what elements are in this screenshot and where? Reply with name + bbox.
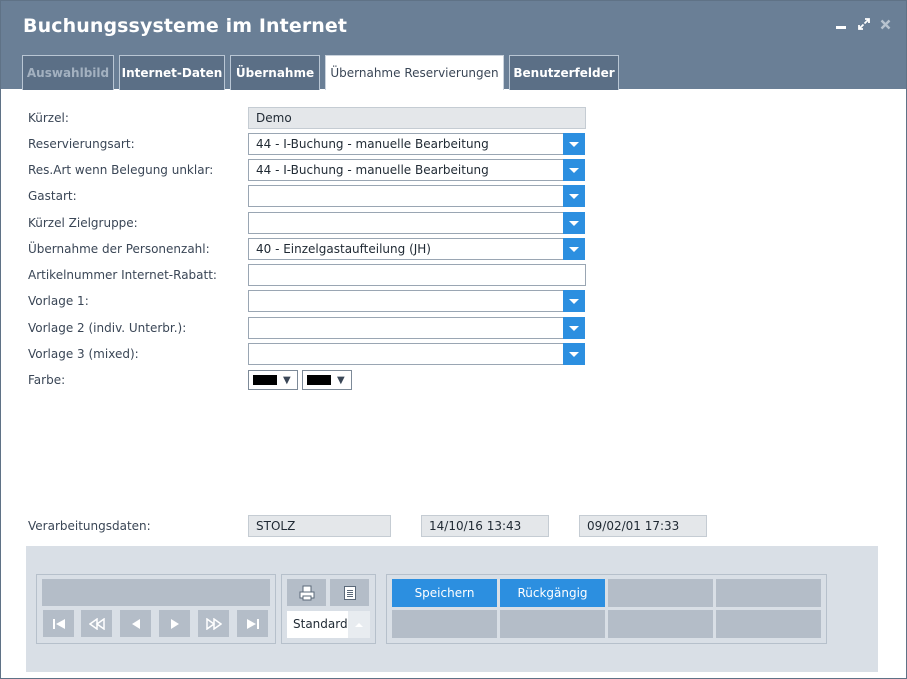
chevron-down-icon[interactable]	[563, 185, 585, 207]
chevron-down-icon: ▼	[283, 374, 291, 386]
window: Buchungssysteme im Internet Auswahlbild …	[0, 0, 907, 679]
chevron-down-icon[interactable]	[563, 343, 585, 365]
previous-record-icon[interactable]	[120, 610, 151, 637]
verarbeitung-created: 14/10/16 13:43	[421, 515, 549, 537]
kuerzel-value: Demo	[256, 111, 292, 125]
save-button[interactable]: Speichern	[392, 579, 497, 607]
gastart-combo[interactable]	[248, 185, 585, 207]
printer-icon[interactable]	[287, 579, 326, 606]
zielgruppe-combo[interactable]	[248, 212, 585, 234]
title-bar: Buchungssysteme im Internet Auswahlbild …	[1, 1, 906, 90]
empty-action-button	[716, 579, 821, 607]
label-personenzahl: Übernahme der Personenzahl:	[28, 242, 210, 256]
chevron-down-icon[interactable]	[563, 159, 585, 181]
first-record-icon[interactable]	[43, 610, 74, 637]
reservierungsart-combo[interactable]: 44 - I-Buchung - manuelle Bearbeitung	[248, 133, 585, 155]
tab-uebernahme[interactable]: Übernahme	[230, 55, 320, 90]
color-picker-1[interactable]: ▼	[248, 370, 298, 390]
undo-button[interactable]: Rückgängig	[500, 579, 605, 607]
document-icon[interactable]	[330, 579, 369, 606]
chevron-up-icon[interactable]	[348, 611, 370, 638]
tab-internet-daten[interactable]: Internet-Daten	[119, 55, 225, 90]
personenzahl-value: 40 - Einzelgastaufteilung (JH)	[256, 242, 431, 256]
fast-forward-icon[interactable]	[198, 610, 229, 637]
verarbeitung-user: STOLZ	[248, 515, 391, 537]
resart-unklar-combo[interactable]: 44 - I-Buchung - manuelle Bearbeitung	[248, 159, 585, 181]
color-swatch-1	[253, 375, 277, 385]
empty-action-button	[608, 610, 713, 638]
label-zielgruppe: Kürzel Zielgruppe:	[28, 216, 138, 230]
list-select[interactable]: Standardli	[287, 611, 370, 638]
label-gastart: Gastart:	[28, 189, 77, 203]
record-indicator	[42, 579, 270, 606]
last-record-icon[interactable]	[237, 610, 268, 637]
chevron-down-icon[interactable]	[563, 133, 585, 155]
resart-unklar-value: 44 - I-Buchung - manuelle Bearbeitung	[256, 163, 489, 177]
tab-auswahlbild[interactable]: Auswahlbild	[22, 55, 114, 90]
next-record-icon[interactable]	[159, 610, 190, 637]
vorlage1-combo[interactable]	[248, 290, 585, 312]
verarbeitung-modified: 09/02/01 17:33	[579, 515, 707, 537]
window-title: Buchungssysteme im Internet	[23, 15, 348, 37]
tab-uebernahme-reservierungen[interactable]: Übernahme Reservierungen	[325, 55, 504, 90]
list-select-value: Standardli	[293, 617, 355, 631]
label-farbe: Farbe:	[28, 373, 66, 387]
label-reservierungsart: Reservierungsart:	[28, 137, 135, 151]
empty-action-button	[716, 610, 821, 638]
vorlage3-combo[interactable]	[248, 343, 585, 365]
label-vorlage1: Vorlage 1:	[28, 294, 89, 308]
maximize-icon[interactable]	[856, 15, 872, 33]
empty-action-button	[500, 610, 605, 638]
chevron-down-icon[interactable]	[563, 290, 585, 312]
kuerzel-field: Demo	[248, 107, 586, 129]
label-resart-unklar: Res.Art wenn Belegung unklar:	[28, 163, 214, 177]
chevron-down-icon: ▼	[337, 374, 345, 386]
minimize-icon[interactable]	[833, 15, 849, 33]
chevron-down-icon[interactable]	[563, 317, 585, 339]
close-icon[interactable]	[877, 15, 893, 33]
label-vorlage2: Vorlage 2 (indiv. Unterbr.):	[28, 321, 187, 335]
fast-back-icon[interactable]	[81, 610, 112, 637]
label-vorlage3: Vorlage 3 (mixed):	[28, 347, 139, 361]
empty-action-button	[392, 610, 497, 638]
chevron-down-icon[interactable]	[563, 238, 585, 260]
empty-action-button	[608, 579, 713, 607]
personenzahl-combo[interactable]: 40 - Einzelgastaufteilung (JH)	[248, 238, 585, 260]
color-picker-2[interactable]: ▼	[302, 370, 352, 390]
label-artikelnummer: Artikelnummer Internet-Rabatt:	[28, 268, 217, 282]
label-verarbeitungsdaten: Verarbeitungsdaten:	[28, 519, 151, 533]
color-swatch-2	[307, 375, 331, 385]
label-kuerzel: Kürzel:	[28, 111, 69, 125]
reservierungsart-value: 44 - I-Buchung - manuelle Bearbeitung	[256, 137, 489, 151]
tab-benutzerfelder[interactable]: Benutzerfelder	[509, 55, 619, 90]
artikelnummer-input[interactable]	[248, 264, 586, 286]
chevron-down-icon[interactable]	[563, 212, 585, 234]
vorlage2-combo[interactable]	[248, 317, 585, 339]
